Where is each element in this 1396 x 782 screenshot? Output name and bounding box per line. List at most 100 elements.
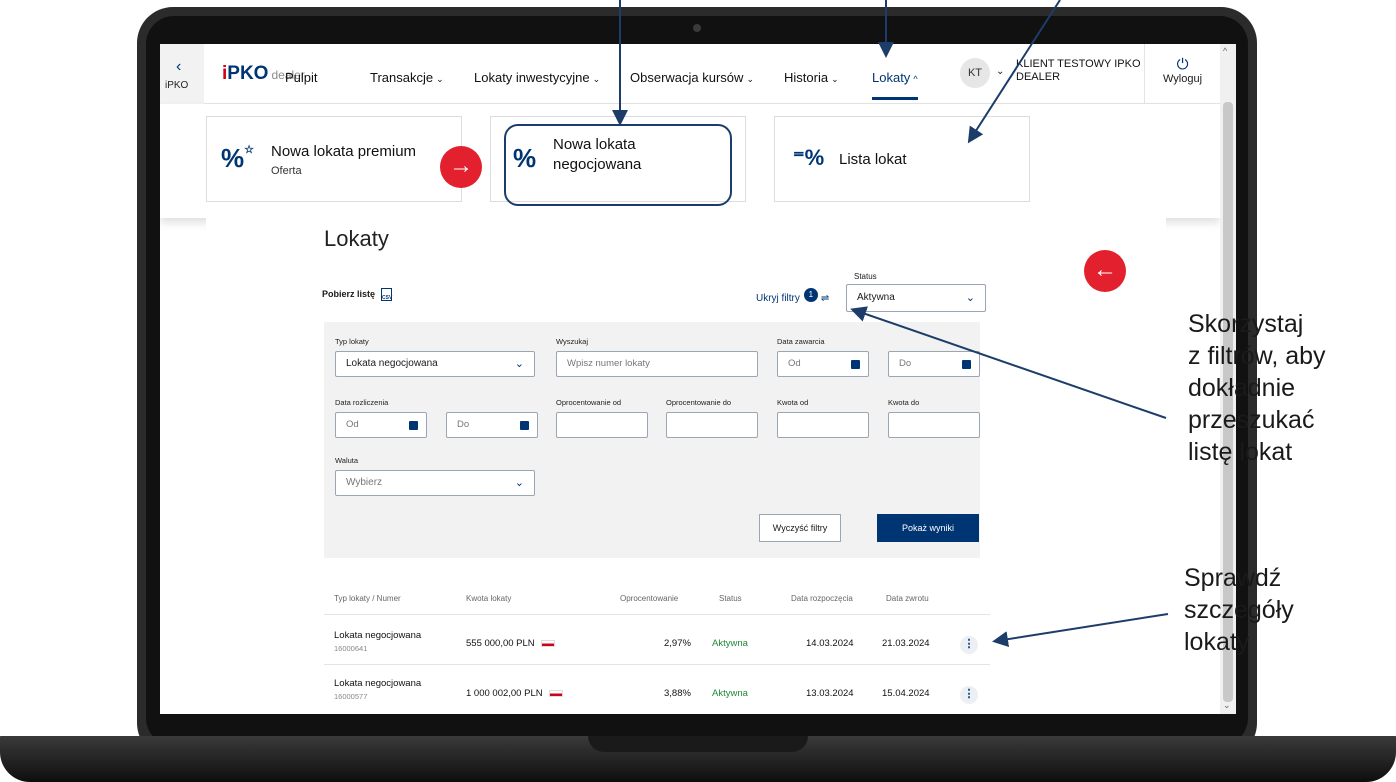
annotation-line: z filtrów, aby bbox=[1188, 342, 1326, 370]
camera-icon bbox=[693, 24, 701, 32]
filter-label: Oprocentowanie od bbox=[556, 398, 622, 407]
csv-file-icon: CSV bbox=[381, 288, 392, 301]
download-label: Pobierz listę bbox=[322, 288, 376, 299]
deposit-type-value: Lokata negocjowana bbox=[346, 358, 438, 369]
to-placeholder: Do bbox=[457, 419, 470, 430]
download-list-button[interactable]: Pobierz listę CSV bbox=[322, 288, 392, 301]
star-mark: ☆ bbox=[244, 144, 254, 156]
rate-from-input[interactable] bbox=[556, 412, 648, 438]
deposit-type-select[interactable]: Lokata negocjowana ⌄ bbox=[335, 351, 535, 377]
filter-label: Kwota do bbox=[888, 398, 920, 407]
calendar-icon bbox=[851, 360, 860, 369]
amount-from-input[interactable] bbox=[777, 412, 869, 438]
annotation-line: szczegóły bbox=[1184, 596, 1294, 624]
filter-label: Waluta bbox=[335, 456, 359, 465]
deposit-rate: 3,88% bbox=[664, 688, 691, 699]
laptop-notch bbox=[588, 736, 808, 752]
page-title: Lokaty bbox=[324, 226, 389, 251]
percent-star-icon: %☆ bbox=[221, 143, 254, 173]
filters-panel: Typ lokaty Lokata negocjowana ⌄ Wyszukaj … bbox=[324, 322, 980, 558]
column-header[interactable]: Status bbox=[719, 594, 742, 603]
nav-label: Lokaty inwestycyjne bbox=[474, 70, 590, 85]
hide-filters-button[interactable]: Ukryj filtry 1 ⇌ bbox=[756, 288, 829, 304]
column-header[interactable]: Typ lokaty / Numer bbox=[334, 594, 401, 603]
deposit-amount: 555 000,00 PLN bbox=[466, 638, 555, 649]
filters-annotation: Skorzystaj z filtrów, aby dokładnie prze… bbox=[1188, 308, 1326, 468]
chevron-down-icon: ⌄ bbox=[514, 477, 524, 489]
annotation-line: Skorzystaj bbox=[1188, 310, 1304, 338]
nav-item-obserwacja-kursow[interactable]: Obserwacja kursów ⌄ bbox=[630, 70, 754, 85]
laptop-mockup: ‹ iPKO iPKO dealer Pulpit Transakcje ⌄ Lok… bbox=[0, 0, 1396, 782]
deposit-rate: 2,97% bbox=[664, 638, 691, 649]
top-navigation: ‹ iPKO iPKO dealer Pulpit Transakcje ⌄ Lok… bbox=[160, 44, 1220, 104]
currency-placeholder: Wybierz bbox=[346, 477, 383, 488]
power-icon: ⏻ bbox=[1176, 56, 1189, 73]
chevron-left-icon: ‹ bbox=[176, 58, 182, 75]
highlight-frame bbox=[504, 124, 732, 206]
nav-label: Obserwacja kursów bbox=[630, 70, 744, 85]
to-placeholder: Do bbox=[899, 358, 912, 369]
chevron-up-icon: ^ bbox=[913, 74, 918, 84]
client-name: KLIENT TESTOWY IPKO DEALER bbox=[1016, 58, 1141, 83]
column-header[interactable]: Data zwrotu bbox=[886, 594, 929, 603]
row-divider bbox=[324, 614, 990, 615]
back-label: iPKO bbox=[165, 80, 189, 91]
opened-from-input[interactable]: Od bbox=[777, 351, 869, 377]
row-divider bbox=[324, 664, 990, 665]
logout-button[interactable]: ⏻ Wyloguj bbox=[1144, 44, 1220, 104]
calendar-icon bbox=[520, 421, 529, 430]
status-select[interactable]: Aktywna ⌄ bbox=[846, 284, 986, 312]
back-to-ipko-button[interactable]: ‹ iPKO bbox=[160, 44, 204, 104]
calendar-icon bbox=[409, 421, 418, 430]
amount-text: 1 000 002,00 PLN bbox=[466, 688, 543, 699]
rate-to-input[interactable] bbox=[666, 412, 758, 438]
search-input[interactable]: Wpisz numer lokaty bbox=[556, 351, 758, 377]
chevron-down-icon: ⌄ bbox=[592, 74, 601, 84]
filter-label: Data zawarcia bbox=[777, 337, 825, 346]
poland-flag-icon bbox=[540, 639, 555, 647]
card-title: Lista lokat bbox=[839, 151, 907, 168]
scroll-up-icon[interactable]: ^ bbox=[1223, 46, 1227, 56]
currency-select[interactable]: Wybierz ⌄ bbox=[335, 470, 535, 496]
nav-item-lokaty[interactable]: Lokaty ^ bbox=[872, 70, 918, 100]
opened-to-input[interactable]: Do bbox=[888, 351, 980, 377]
nav-item-pulpit[interactable]: Pulpit bbox=[285, 70, 318, 85]
nav-item-transakcje[interactable]: Transakcje ⌄ bbox=[370, 70, 444, 85]
nav-item-historia[interactable]: Historia ⌄ bbox=[784, 70, 839, 85]
annotation-line: listę lokat bbox=[1188, 438, 1293, 466]
column-header[interactable]: Data rozpoczęcia bbox=[791, 594, 853, 603]
avatar[interactable]: KT bbox=[960, 58, 990, 88]
more-options-icon[interactable]: ⋮ bbox=[960, 686, 978, 704]
card-subtitle: Oferta bbox=[271, 165, 302, 177]
from-placeholder: Od bbox=[346, 419, 359, 430]
chevron-down-icon: ⌄ bbox=[746, 74, 754, 84]
nav-item-lokaty-inwestycyjne[interactable]: Lokaty inwestycyjne ⌄ bbox=[474, 70, 600, 85]
chevron-down-icon[interactable]: ⌄ bbox=[996, 66, 1004, 77]
arrow-right-icon: → bbox=[440, 146, 482, 188]
chevron-down-icon: ⌄ bbox=[831, 74, 839, 84]
clear-filters-button[interactable]: Wyczyść filtry bbox=[759, 514, 841, 542]
more-options-icon[interactable]: ⋮ bbox=[960, 636, 978, 654]
card-deposit-list[interactable]: ⁼% Lista lokat bbox=[774, 116, 1030, 202]
filter-label: Wyszukaj bbox=[556, 337, 589, 346]
status-badge: Aktywna bbox=[712, 638, 748, 649]
nav-label: Historia bbox=[784, 70, 829, 85]
column-header[interactable]: Oprocentowanie bbox=[620, 594, 678, 603]
deposits-page: Lokaty Pobierz listę CSV Ukryj filtry 1 ⇌ S… bbox=[206, 218, 1166, 714]
from-placeholder: Od bbox=[788, 358, 801, 369]
status-label: Status bbox=[854, 272, 877, 281]
annotation-line: dokładnie bbox=[1188, 374, 1296, 402]
poland-flag-icon bbox=[548, 689, 563, 697]
column-header[interactable]: Kwota lokaty bbox=[466, 594, 511, 603]
show-results-button[interactable]: Pokaż wyniki bbox=[877, 514, 979, 542]
scroll-down-icon[interactable]: ⌄ bbox=[1223, 700, 1231, 711]
settle-to-input[interactable]: Do bbox=[446, 412, 538, 438]
deposit-type: Lokata negocjowana bbox=[334, 630, 422, 641]
deposit-number: 16000641 bbox=[334, 644, 368, 653]
settle-from-input[interactable]: Od bbox=[335, 412, 427, 438]
amount-to-input[interactable] bbox=[888, 412, 980, 438]
annotation-line: przeszukać bbox=[1188, 406, 1315, 434]
card-new-premium-deposit[interactable]: %☆ Nowa lokata premium Oferta bbox=[206, 116, 462, 202]
start-date: 13.03.2024 bbox=[806, 688, 854, 699]
arrow-left-icon: ← bbox=[1084, 250, 1126, 292]
